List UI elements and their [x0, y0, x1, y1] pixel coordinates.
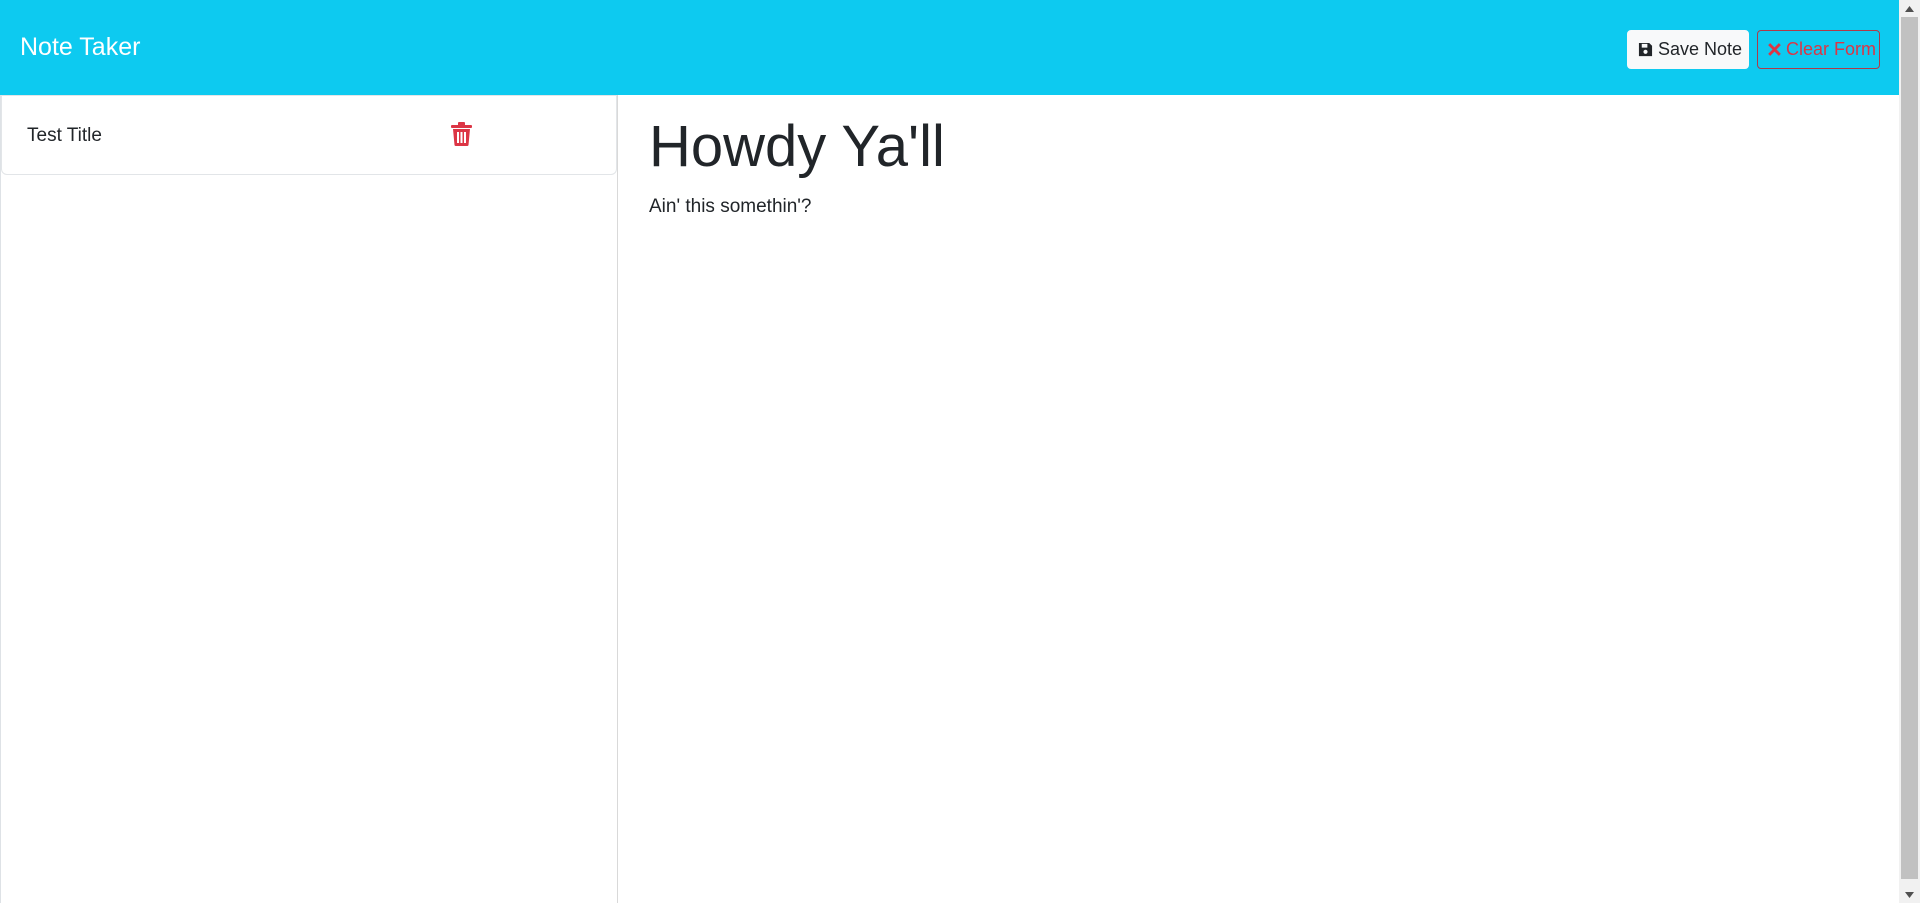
app-window: Note Taker Save Note Clear Form Test Tit…	[0, 0, 1920, 903]
vertical-scrollbar[interactable]	[1899, 0, 1920, 903]
page-viewport: Note Taker Save Note Clear Form Test Tit…	[0, 0, 1899, 903]
note-title-input[interactable]	[649, 111, 1849, 181]
scroll-down-arrow-icon[interactable]	[1899, 886, 1920, 903]
trash-icon[interactable]	[451, 122, 472, 147]
note-body-textarea[interactable]: Ain' this somethin'?	[649, 195, 1849, 795]
note-editor: Ain' this somethin'?	[619, 95, 1899, 903]
scrollbar-thumb[interactable]	[1901, 17, 1918, 879]
floppy-disk-icon	[1638, 42, 1653, 57]
save-note-label: Save Note	[1658, 39, 1743, 59]
clear-form-label: Clear Form	[1786, 39, 1877, 59]
notes-sidebar: Test Title	[0, 95, 618, 903]
save-note-button[interactable]: Save Note	[1627, 30, 1749, 69]
scroll-up-arrow-icon[interactable]	[1899, 0, 1920, 17]
note-list-item-title: Test Title	[27, 125, 102, 146]
clear-form-button[interactable]: Clear Form	[1757, 30, 1880, 69]
navbar: Note Taker Save Note Clear Form	[0, 0, 1899, 95]
x-icon	[1768, 43, 1781, 56]
note-list-item[interactable]: Test Title	[1, 95, 617, 175]
brand-link[interactable]: Note Taker	[20, 30, 140, 64]
